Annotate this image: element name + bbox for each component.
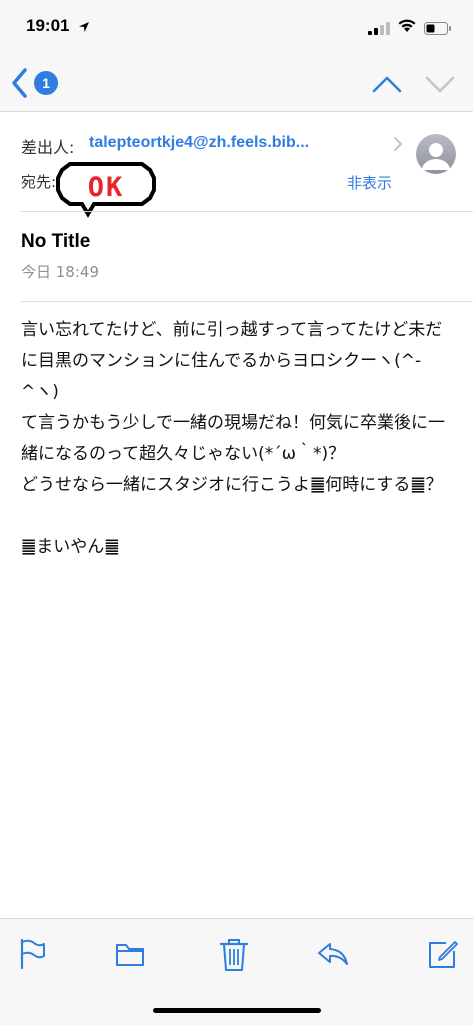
from-label: 差出人: [21,138,75,157]
body-line: て言うかもう少しで一緒の現場だね！何気に卒業後に一緒になるのって超久々じゃない(… [21,413,445,464]
trash-icon [219,939,249,971]
chevron-right-icon[interactable] [393,136,403,156]
previous-message-button[interactable] [371,70,403,98]
to-label: 宛先: [21,173,57,191]
wifi-icon [397,18,417,37]
chevron-left-icon [12,68,27,98]
status-time: 19:01 [26,16,70,35]
body-divider [21,301,473,302]
chevron-up-icon [372,76,402,93]
reply-button[interactable] [316,937,348,971]
message-subject: No Title [21,231,91,252]
body-line: ䷀まいやん䷀ [21,537,120,557]
sticker-label: OK [88,172,125,203]
compose-button[interactable] [426,937,458,971]
mail-screen: 19:01 1 差出人: talepteortkje4@zh.feels.bib… [0,0,473,1025]
folder-icon [116,944,144,966]
chevron-down-icon [425,76,455,93]
ok-sticker: OK [54,160,158,224]
message-body: 言い忘れてたけど、前に引っ越すって言ってたけど未だに目黒のマンションに住んでるか… [21,315,456,563]
location-arrow-icon [78,18,90,37]
battery-icon [424,20,452,39]
cellular-signal-icon [368,20,390,39]
sender-address[interactable]: talepteortkje4@zh.feels.bib... [89,134,389,152]
home-indicator[interactable] [153,1008,321,1013]
status-bar: 19:01 [0,0,473,56]
message-date: 今日 18:49 [21,263,99,281]
unread-count-badge: 1 [34,71,58,95]
body-line [21,501,456,532]
move-to-folder-button[interactable] [114,937,146,971]
navigation-bar: 1 [0,56,473,112]
reply-icon [318,943,348,965]
compose-icon [429,941,458,968]
body-line: どうせなら一緒にスタジオに行こうよ䷀何時にする䷀？ [21,475,443,495]
body-line: 言い忘れてたけど、前に引っ越すって言ってたけど未だに目黒のマンションに住んでるか… [21,320,443,402]
trash-button[interactable] [218,937,250,971]
next-message-button[interactable] [424,70,456,98]
person-icon [422,143,450,170]
sender-avatar[interactable] [416,134,456,174]
hide-details-button[interactable]: 非表示 [347,172,392,193]
flag-icon [20,938,45,970]
flag-button[interactable] [17,937,49,971]
header-divider [21,211,473,212]
